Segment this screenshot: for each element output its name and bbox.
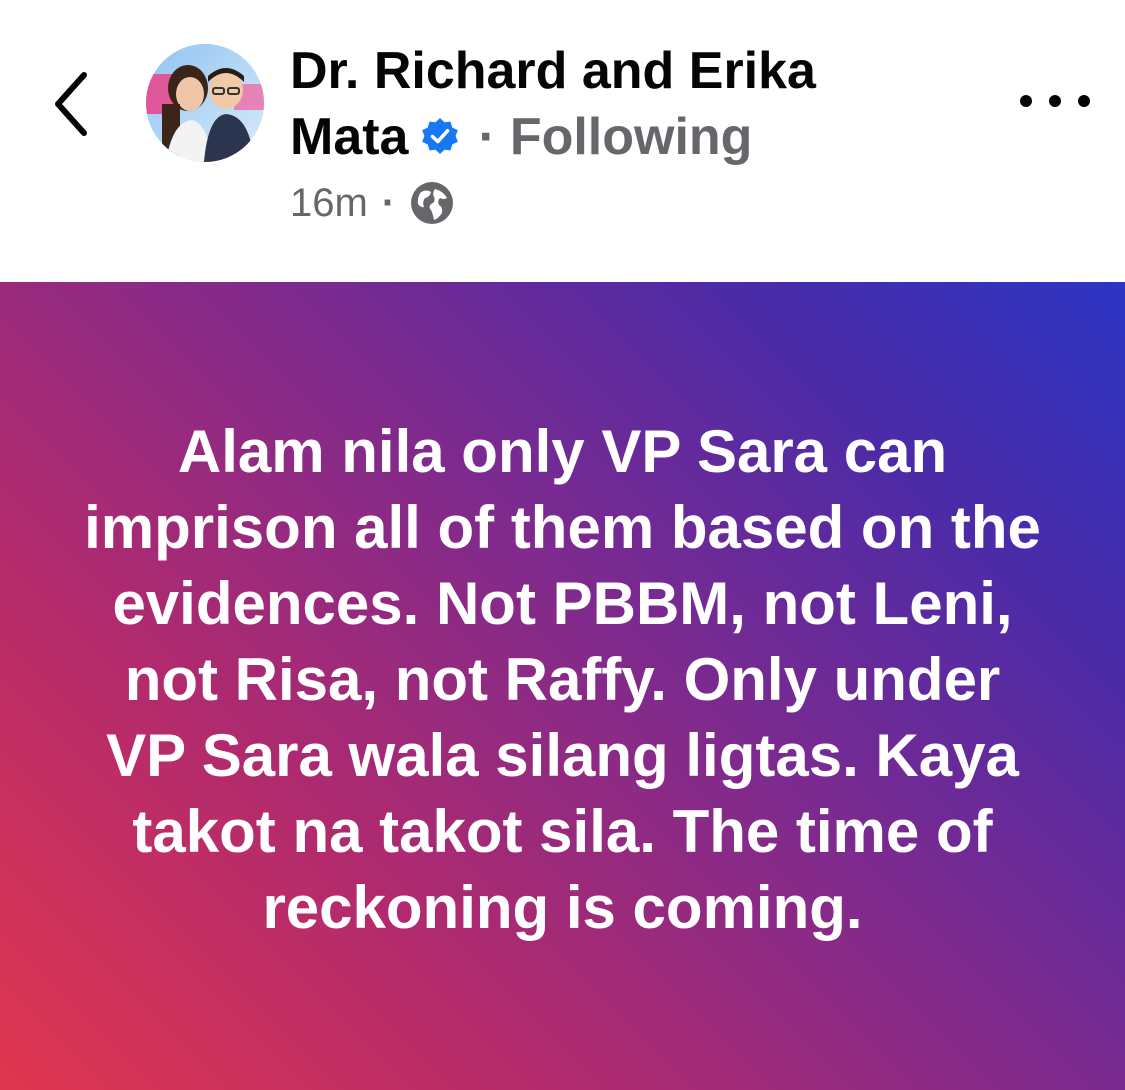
more-horizontal-icon-dot [1078,95,1090,107]
avatar-photo [146,44,264,162]
back-button[interactable] [40,62,104,146]
post-body-text: Alam nila only VP Sara can imprison all … [84,418,1041,941]
more-options-button[interactable] [1020,78,1090,124]
avatar[interactable] [146,44,264,162]
following-status[interactable]: Following [510,108,753,166]
author-name-line1[interactable]: Dr. Richard and Erika [290,38,1010,104]
meta-separator-dot: · [381,180,396,225]
globe-icon[interactable] [409,180,455,226]
verified-badge-icon [422,118,459,155]
post-screen: Dr. Richard and Erika Mata · Following 16… [0,0,1125,1090]
author-name-line2: Mata · Following [290,104,1010,170]
post-meta: 16m · [290,180,455,226]
post-header: Dr. Richard and Erika Mata · Following 16… [0,0,1125,282]
author-name-first[interactable]: Dr. Richard and Erika [290,42,816,100]
more-horizontal-icon [1020,95,1032,107]
author-block: Dr. Richard and Erika Mata · Following [290,38,1010,170]
post-timestamp[interactable]: 16m [290,181,368,226]
more-horizontal-icon-dot [1049,95,1061,107]
separator-dot: · [478,108,496,166]
post-background-card: Alam nila only VP Sara can imprison all … [0,282,1125,1090]
chevron-left-icon [55,72,87,136]
author-name-last[interactable]: Mata [290,108,408,166]
